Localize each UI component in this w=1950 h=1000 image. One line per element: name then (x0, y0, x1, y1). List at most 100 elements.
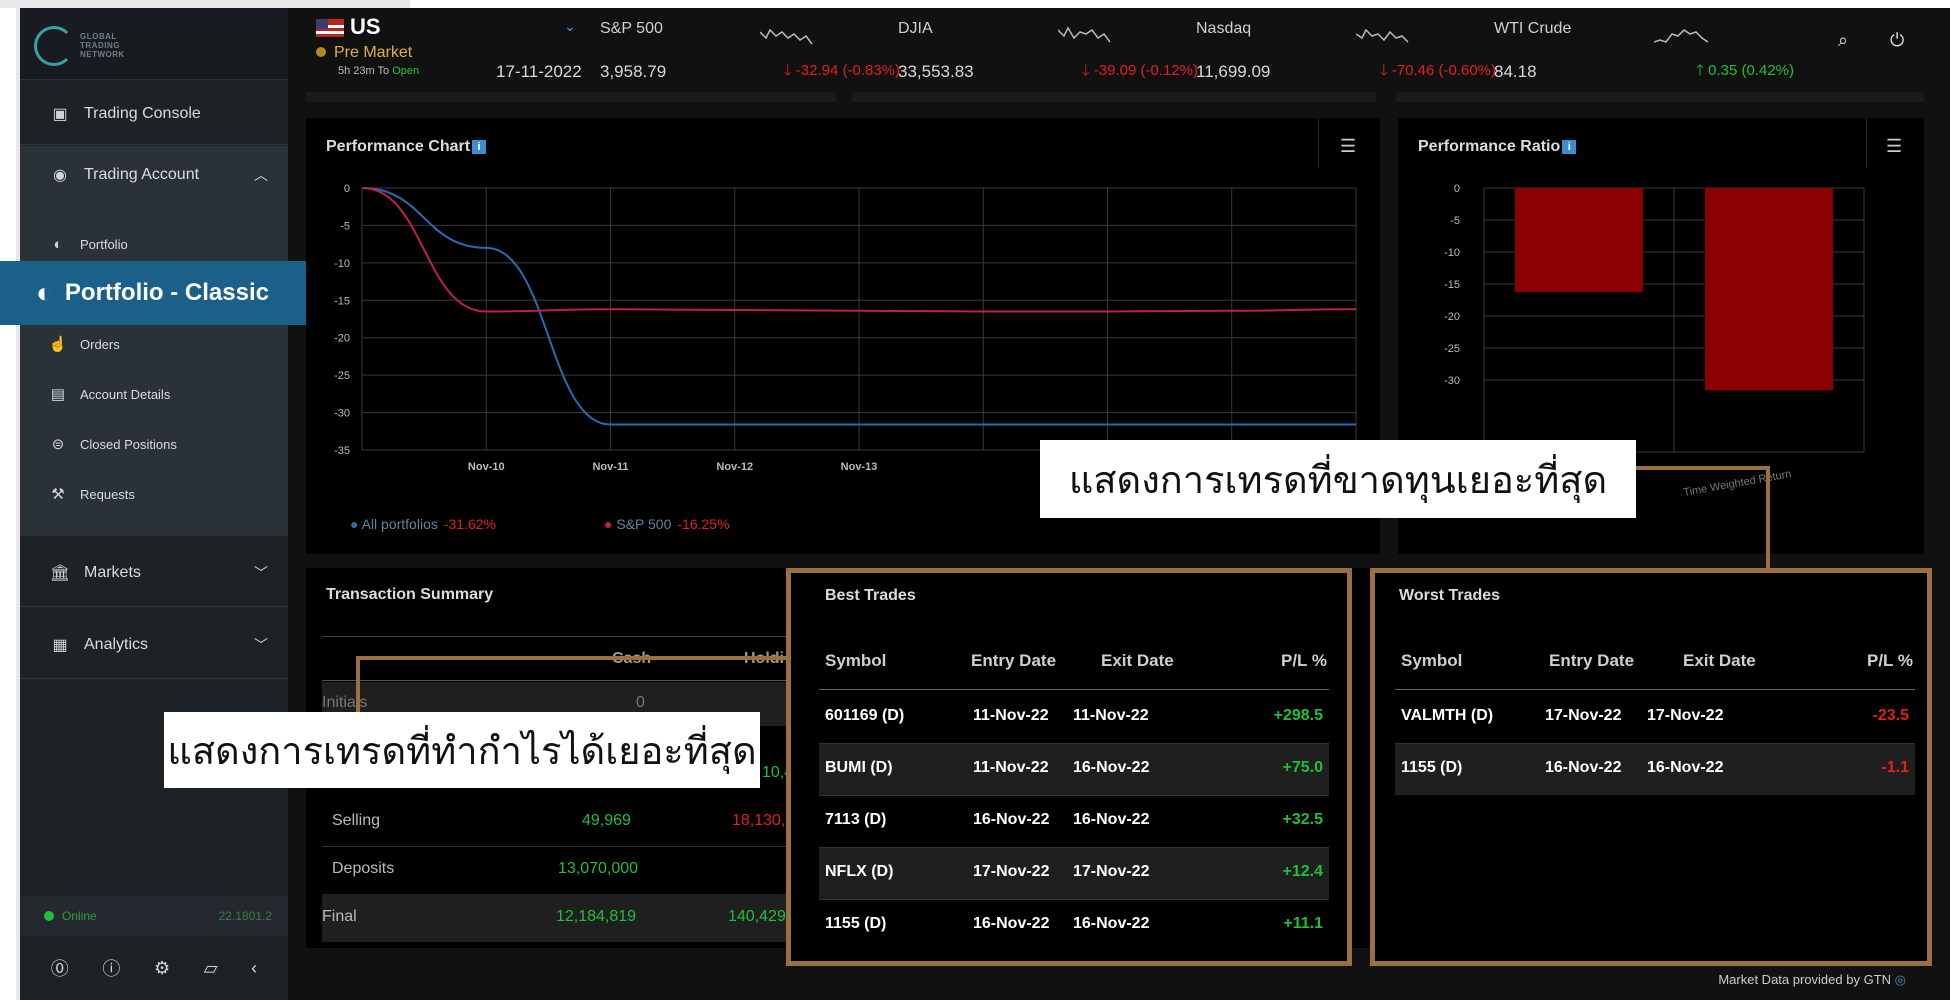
sidebar-item-account-details[interactable]: ▤ Account Details (20, 376, 288, 412)
sidebar-footer-icons: ⓪ ⓘ ⚙ ▱ ‹ (20, 944, 288, 992)
region-selector[interactable]: US (316, 14, 381, 40)
chevron-down-icon[interactable]: ⌄ (564, 18, 576, 35)
power-icon[interactable]: ⏻ (1890, 30, 1904, 51)
ticker-index[interactable]: Nasdaq 11,699.09 🡓 -70.46 (-0.60%) (1196, 14, 1496, 84)
sparkline (760, 28, 813, 45)
sidebar-item-label: Trading Account (84, 166, 200, 183)
table-row[interactable]: NFLX (D) 17-Nov-22 17-Nov-22 +12.4 (819, 847, 1329, 899)
sidebar-item-analytics[interactable]: ▦ Analytics ﹀ (20, 620, 288, 670)
cash-value: 12,184,819 (556, 908, 637, 925)
gtn-logo-icon (34, 26, 74, 66)
clock-icon (316, 47, 326, 57)
wallet-icon: ▣ (52, 106, 68, 123)
column-header: P/L % (1867, 651, 1913, 670)
table-row[interactable]: BUMI (D) 11-Nov-22 16-Nov-22 +75.0 (819, 743, 1329, 795)
connection-status: Online 22.1801.2 (20, 896, 288, 936)
sidebar-item-closed-positions[interactable]: ⊜ Closed Positions (20, 426, 288, 462)
table-row[interactable]: 7113 (D) 16-Nov-22 16-Nov-22 +32.5 (819, 795, 1329, 847)
sidebar-item-label: Trading Console (84, 105, 201, 122)
exit-date-cell: 16-Nov-22 (1073, 915, 1150, 932)
sidebar-item-orders[interactable]: ☝ Orders (20, 326, 288, 362)
pl-cell: -23.5 (1872, 707, 1909, 724)
search-icon[interactable]: ⌕ (1838, 30, 1848, 51)
time-to-open: 5h 23m To Open (338, 65, 419, 77)
column-header: Symbol (1401, 651, 1463, 670)
callout-connector (1766, 466, 1770, 568)
chevron-down-icon: ﹀ (254, 637, 268, 653)
table-row[interactable]: VALMTH (D) 17-Nov-22 17-Nov-22 -23.5 (1395, 691, 1915, 743)
gtn-logo-icon: ◎ (1894, 972, 1906, 987)
entry-date-cell: 16-Nov-22 (973, 915, 1050, 932)
us-flag-icon (316, 19, 344, 38)
help-icon[interactable]: ⓪ (51, 955, 69, 981)
divider (322, 636, 822, 637)
time-to-open-label: 5h 23m To (338, 65, 390, 77)
info-icon[interactable]: i (1562, 139, 1577, 154)
pl-cell: +12.4 (1282, 863, 1323, 880)
x-tick-label: Nov-12 (716, 461, 753, 473)
table-row: Final 12,184,819 140,429, (322, 894, 822, 942)
column-header: Entry Date (1549, 651, 1635, 670)
sidebar-item-portfolio[interactable]: ◐ Portfolio (20, 226, 288, 262)
index-change: 🡑 0.35 (0.42%) (1696, 62, 1794, 79)
pl-cell: +298.5 (1273, 707, 1323, 724)
y-tick-label: -10 (334, 258, 350, 270)
sidebar-item-requests[interactable]: ⚒ Requests (20, 476, 288, 512)
ticker-index[interactable]: DJIA 33,553.83 🡓 -39.09 (-0.12%) (898, 14, 1198, 84)
account-details-icon: ▤ (50, 386, 66, 403)
sidebar-item-portfolio-classic[interactable]: ◐ Portfolio - Classic (0, 261, 316, 325)
entry-date-cell: 16-Nov-22 (1545, 759, 1622, 776)
divider (20, 606, 288, 607)
ticker-index[interactable]: S&P 500 3,958.79 🡓 -32.94 (-0.83%) (600, 14, 900, 84)
legend-pct: -16.25% (677, 516, 730, 532)
panel-title: Performance Chart i (326, 138, 487, 156)
sidebar-item-trading-account[interactable]: ◉ Trading Account ︿ (20, 148, 288, 202)
info-icon[interactable]: i (472, 139, 487, 154)
exit-date-cell: 17-Nov-22 (1647, 707, 1724, 724)
settings-sliders-icon[interactable]: ☰ (1340, 136, 1356, 157)
table-row[interactable]: 1155 (D) 16-Nov-22 16-Nov-22 +11.1 (819, 899, 1329, 951)
y-tick-label: -15 (334, 295, 350, 307)
exit-date-cell: 16-Nov-22 (1073, 811, 1150, 828)
exit-date-cell: 11-Nov-22 (1073, 707, 1149, 724)
symbol-cell: 601169 (D) (825, 707, 905, 724)
chevron-left-icon[interactable]: ‹ (251, 958, 257, 979)
feedback-icon[interactable]: ▱ (204, 958, 218, 979)
legend-dot-icon: ● (350, 516, 359, 532)
panel-title: Best Trades (825, 587, 916, 604)
divider (819, 899, 1329, 900)
holdings-value: 140,429, (728, 908, 791, 925)
sidebar-item-trading-console[interactable]: ▣ Trading Console (20, 90, 288, 138)
entry-date-cell: 16-Nov-22 (973, 811, 1050, 828)
panel-title-text: Performance Ratio (1418, 138, 1561, 155)
index-change-value: -70.46 (-0.60%) (1391, 62, 1496, 79)
sidebar-item-markets[interactable]: 🏛 Markets ﹀ (20, 548, 288, 598)
settings-sliders-icon[interactable]: ☰ (1886, 136, 1902, 157)
callout-connector (1634, 466, 1770, 470)
entry-date-cell: 17-Nov-22 (973, 863, 1050, 880)
entry-date-cell: 11-Nov-22 (973, 707, 1049, 724)
logo: GLOBAL TRADING NETWORK (20, 8, 288, 80)
market-ticker: US ⌄ Pre Market 5h 23m To Open 17-11-202… (288, 8, 1950, 92)
open-label: Open (392, 65, 420, 77)
table-row[interactable]: 1155 (D) 16-Nov-22 16-Nov-22 -1.1 (1395, 743, 1915, 795)
logo-text: GLOBAL TRADING NETWORK (80, 32, 125, 59)
ticker-index[interactable]: WTI Crude 84.18 🡑 0.35 (0.42%) (1494, 14, 1794, 84)
table-row[interactable]: 601169 (D) 11-Nov-22 11-Nov-22 +298.5 (819, 691, 1329, 743)
gear-icon[interactable]: ⚙ (154, 958, 170, 979)
bank-icon: 🏛 (49, 565, 71, 582)
column-header: Entry Date (971, 651, 1057, 670)
y-tick-label: 0 (1454, 183, 1460, 195)
hand-pointer-icon: ☝ (48, 336, 68, 353)
cash-value: 0 (636, 694, 645, 711)
panel-title: Worst Trades (1399, 587, 1501, 604)
divider (1318, 118, 1319, 168)
sparkline (1356, 28, 1409, 43)
info-icon[interactable]: ⓘ (102, 955, 120, 981)
legend-name: All portfolios (361, 516, 438, 532)
index-change: 🡓 -39.09 (-0.12%) (1081, 62, 1198, 79)
callout-connector (356, 656, 360, 712)
logo-line: NETWORK (80, 50, 125, 59)
symbol-cell: 1155 (D) (825, 915, 887, 932)
logo-line: GLOBAL (80, 32, 117, 41)
